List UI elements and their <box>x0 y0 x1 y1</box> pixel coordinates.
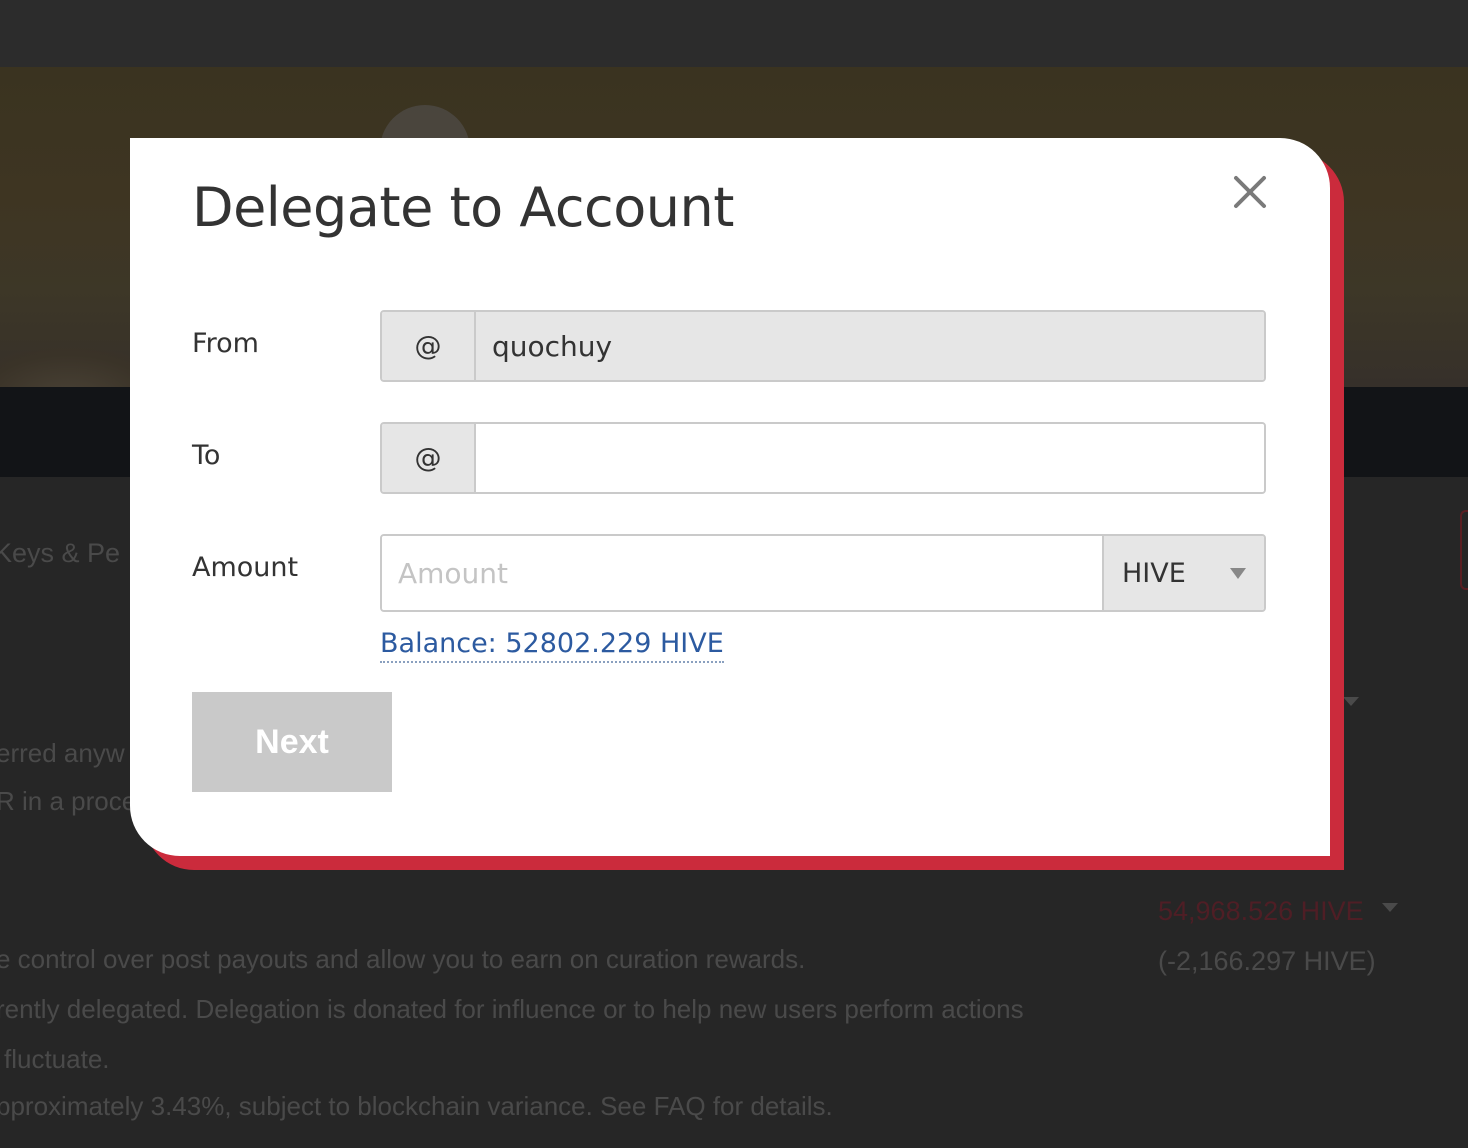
asset-select-value: HIVE <box>1122 557 1186 589</box>
balance-link[interactable]: Balance: 52802.229 HIVE <box>380 628 724 663</box>
description-line: e control over post payouts and allow yo… <box>0 944 806 974</box>
from-label: From <box>192 328 259 359</box>
chevron-down-icon[interactable] <box>1343 697 1359 706</box>
from-input-group: @ <box>380 310 1266 382</box>
next-button[interactable]: Next <box>192 692 392 792</box>
chevron-down-icon <box>1230 568 1246 579</box>
description-line: pproximately 3.43%, subject to blockchai… <box>0 1091 833 1121</box>
amount-input-group: HIVE <box>380 534 1266 612</box>
at-prefix: @ <box>382 424 476 492</box>
modal-title: Delegate to Account <box>192 176 734 239</box>
delegate-modal: Delegate to Account From @ To @ Amount H… <box>130 138 1330 856</box>
description-line: rently delegated. Delegation is donated … <box>0 994 1024 1024</box>
page: Keys & Pe erred anyw R in a proce 54,968… <box>0 0 1468 1148</box>
amount-label: Amount <box>192 552 299 583</box>
asset-select[interactable]: HIVE <box>1102 536 1264 610</box>
description-line: fluctuate. <box>4 1044 110 1074</box>
chevron-down-icon[interactable] <box>1382 903 1398 912</box>
background-button[interactable] <box>1460 510 1468 590</box>
description-line: R in a proce <box>0 786 137 816</box>
description-line: erred anyw <box>0 738 125 768</box>
top-bar <box>0 0 1468 67</box>
close-icon[interactable] <box>1230 172 1270 212</box>
amount-field[interactable] <box>382 536 1102 610</box>
delegated-amount: (-2,166.297 HIVE) <box>1158 946 1376 976</box>
from-field[interactable] <box>476 312 1264 380</box>
sidebar-tab-keys[interactable]: Keys & Pe <box>0 538 120 569</box>
hive-power-balance[interactable]: 54,968.526 HIVE <box>1158 896 1364 927</box>
close-button[interactable] <box>1230 172 1270 212</box>
to-field[interactable] <box>476 424 1264 492</box>
at-prefix: @ <box>382 312 476 380</box>
to-input-group: @ <box>380 422 1266 494</box>
to-label: To <box>192 440 221 471</box>
